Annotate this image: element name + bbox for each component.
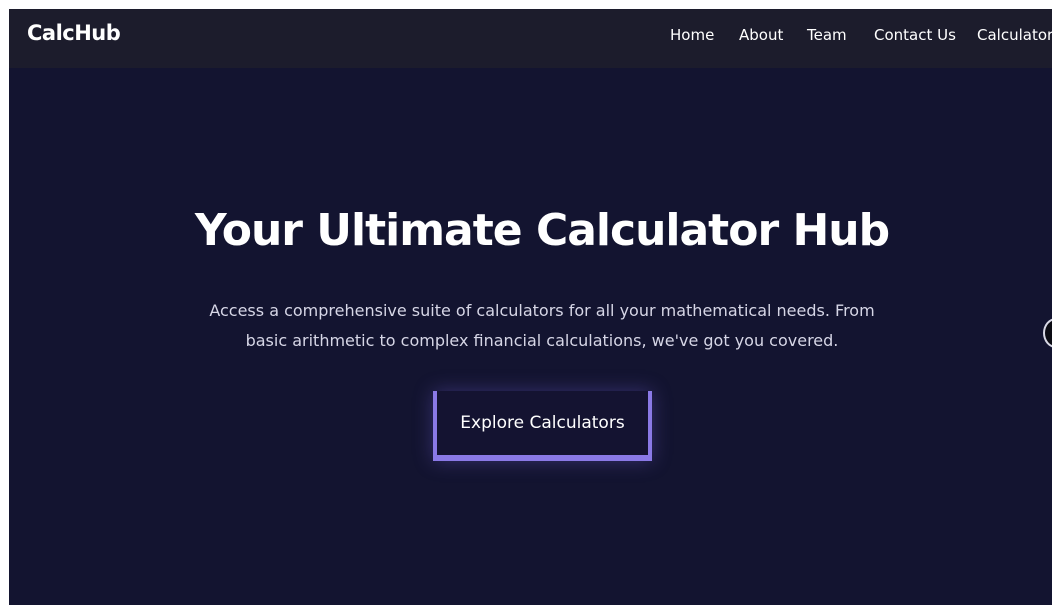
nav-link-calculators[interactable]: Calculators	[977, 26, 1052, 44]
hero-subtitle: Access a comprehensive suite of calculat…	[209, 301, 875, 350]
brand-logo[interactable]: CalcHub	[27, 21, 121, 45]
nav-link-contact-us[interactable]: Contact Us	[874, 26, 956, 44]
explore-calculators-button[interactable]: Explore Calculators	[437, 391, 648, 455]
top-navbar: CalcHub Home About Team Contact Us Calcu…	[9, 9, 1052, 68]
hero-title: Your Ultimate Calculator Hub	[194, 205, 890, 256]
nav-link-team[interactable]: Team	[807, 26, 847, 44]
app-viewport: CalcHub Home About Team Contact Us Calcu…	[9, 9, 1052, 605]
side-handle-icon[interactable]	[1043, 318, 1052, 348]
nav-link-home[interactable]: Home	[670, 26, 714, 44]
nav-link-about[interactable]: About	[739, 26, 783, 44]
